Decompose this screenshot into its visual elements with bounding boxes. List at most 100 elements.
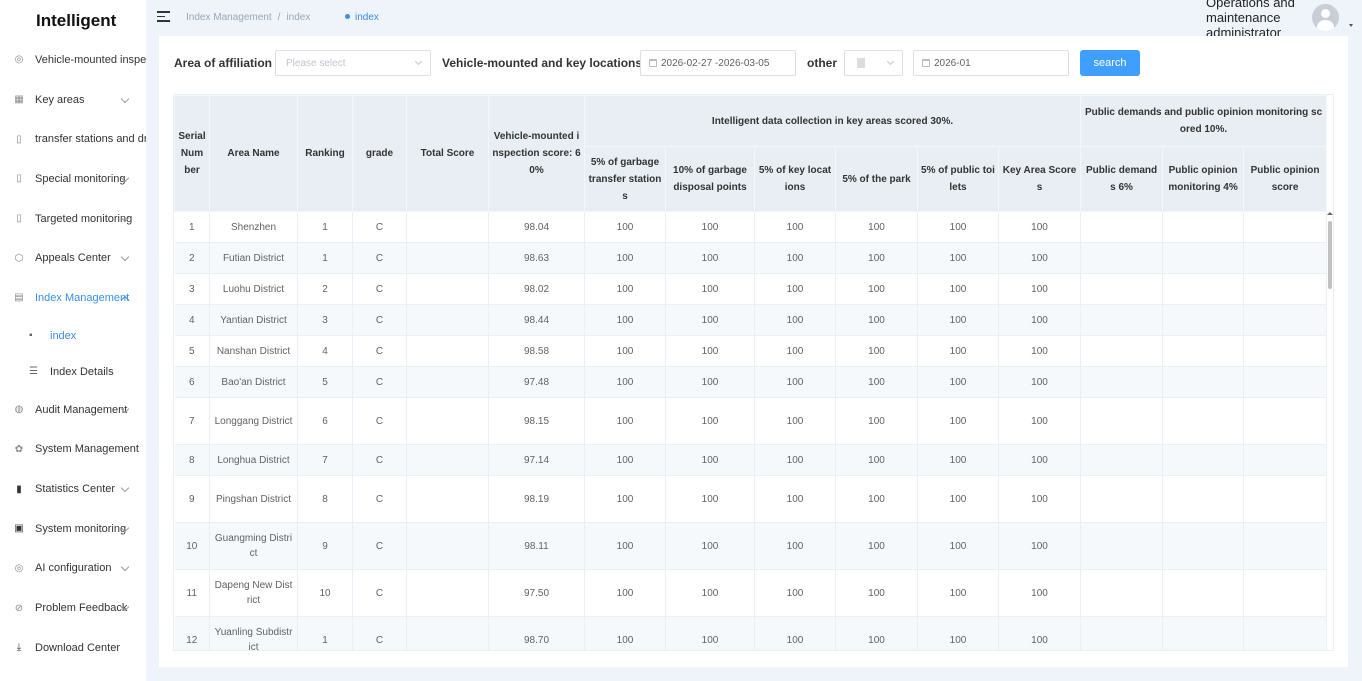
cell-vehicle: 98.11 (488, 522, 585, 570)
cell-ka: 100 (998, 522, 1082, 570)
cell-vehicle: 98.15 (488, 397, 585, 445)
cell-total (406, 616, 489, 650)
col-header-key-locations: 5% of key locations (754, 146, 836, 212)
table-row: 3 Luohu District 2 C 98.02 100 100 100 100 100 100 (174, 273, 1328, 305)
sidebar: Intelligent ◎ Vehicle-mounted inspecti ▦… (0, 0, 146, 681)
cell-area: Longhua District (209, 444, 298, 476)
cell-tl: 100 (917, 397, 999, 445)
cell-tl: 100 (917, 522, 999, 570)
cell-kl: 100 (754, 273, 836, 305)
cell-gt: 100 (584, 444, 666, 476)
area-select[interactable]: Please select (275, 50, 431, 76)
col-header-area: Area Name (209, 95, 298, 212)
scores-table: Serial Number Area Name Ranking grade To… (174, 95, 1328, 650)
monitor-icon: ▣ (14, 523, 24, 535)
table-row: 7 Longgang District 6 C 98.15 100 100 100 100 100… (174, 397, 1328, 445)
cell-serial: 12 (174, 616, 210, 650)
avatar[interactable] (1312, 4, 1339, 31)
cell-pd (1080, 397, 1164, 445)
table-scrollbar-thumb[interactable] (1328, 221, 1332, 289)
cell-serial: 8 (174, 444, 210, 476)
cell-ka: 100 (998, 444, 1082, 476)
col-header-opinion-monitoring: Public opinion monitoring 4% (1162, 146, 1245, 212)
cell-kl: 100 (754, 211, 836, 243)
breadcrumb: Index Management / index (186, 12, 311, 23)
table-row: 11 Dapeng New District 10 C 97.50 100 100 100 10… (174, 569, 1328, 617)
cell-ka: 100 (998, 304, 1082, 336)
sidebar-item-label: Audit Management (35, 403, 128, 416)
cell-ka: 100 (998, 397, 1082, 445)
cell-om (1162, 242, 1245, 274)
sidebar-item-key-areas[interactable]: ▦ Key areas (0, 80, 146, 120)
tab-index[interactable]: index (345, 12, 379, 23)
cell-os (1243, 273, 1328, 305)
list-icon: ☰ (29, 366, 38, 378)
col-header-park: 5% of the park (835, 146, 918, 212)
sidebar-item-system-management[interactable]: ✿ System Management (0, 430, 146, 470)
vehicle-date-range[interactable]: 2026-02-27 -2026-03-05 (640, 50, 796, 76)
cell-ranking: 10 (297, 569, 353, 617)
cell-gt: 100 (584, 304, 666, 336)
book-icon: ▯ (16, 213, 22, 225)
scroll-up-arrow-icon[interactable] (1327, 212, 1333, 215)
cell-area: Yantian District (209, 304, 298, 336)
cell-vehicle: 98.70 (488, 616, 585, 650)
user-name[interactable]: Operations and maintenance administrator (1206, 0, 1316, 36)
menu-toggle-icon[interactable] (157, 11, 170, 23)
col-header-opinion-score: Public opinion score (1243, 146, 1328, 212)
sidebar-item-problem-feedback[interactable]: ⊘ Problem Feedback (0, 588, 146, 628)
table-row: 12 Yuanling Subdistrict 1 C 98.70 100 100 100 10… (174, 616, 1328, 650)
other-month-picker[interactable]: 2026-01 (913, 50, 1069, 76)
cell-pk: 100 (835, 616, 918, 650)
cell-pd (1080, 522, 1164, 570)
cell-vehicle: 98.02 (488, 273, 585, 305)
cell-om (1162, 335, 1245, 367)
cell-area: Futian District (209, 242, 298, 274)
grid-icon: ▦ (14, 94, 24, 106)
cell-pk: 100 (835, 569, 918, 617)
sidebar-item-system-monitoring[interactable]: ▣ System monitoring (0, 509, 146, 549)
caret-down-icon[interactable] (1349, 24, 1353, 27)
cell-total (406, 475, 489, 523)
cell-total (406, 522, 489, 570)
cell-kl: 100 (754, 335, 836, 367)
book-icon: ▯ (16, 173, 22, 185)
cell-vehicle: 97.14 (488, 444, 585, 476)
cell-gd: 100 (665, 475, 755, 523)
audit-icon: ◍ (14, 404, 24, 416)
cell-ka: 100 (998, 242, 1082, 274)
cell-pd (1080, 475, 1164, 523)
sidebar-item-download-center[interactable]: ⤓ Download Center (0, 628, 146, 668)
cell-area: Pingshan District (209, 475, 298, 523)
index-table: Serial Number Area Name Ranking grade To… (173, 94, 1334, 651)
cell-area: Bao'an District (209, 366, 298, 398)
sidebar-item-transfer-stations[interactable]: ▯ transfer stations and drop (0, 119, 146, 159)
cell-om (1162, 211, 1245, 243)
sidebar-item-audit-management[interactable]: ◍ Audit Management (0, 390, 146, 430)
cell-gt: 100 (584, 335, 666, 367)
cell-pk: 100 (835, 475, 918, 523)
sidebar-item-ai-configuration[interactable]: ◎ AI configuration (0, 549, 146, 589)
cell-om (1162, 444, 1245, 476)
sidebar-item-special-monitoring[interactable]: ▯ Special monitoring (0, 159, 146, 199)
breadcrumb-item[interactable]: Index Management (186, 12, 272, 23)
search-button[interactable]: search (1080, 50, 1140, 76)
sidebar-item-index-management[interactable]: ▤ Index Management (0, 278, 146, 318)
sidebar-item-label: Problem Feedback (35, 602, 128, 615)
sidebar-item-targeted-monitoring[interactable]: ▯ Targeted monitoring (0, 199, 146, 239)
sidebar-item-statistics-center[interactable]: ▮ Statistics Center (0, 469, 146, 509)
cell-ranking: 3 (297, 304, 353, 336)
sidebar-item-vehicle-inspection[interactable]: ◎ Vehicle-mounted inspecti (0, 40, 146, 80)
cell-om (1162, 304, 1245, 336)
sidebar-item-appeals-center[interactable]: ⬡ Appeals Center (0, 238, 146, 278)
table-row: 9 Pingshan District 8 C 98.19 100 100 100 100 100… (174, 475, 1328, 523)
cell-gd: 100 (665, 616, 755, 650)
sidebar-item-label: Targeted monitoring (35, 212, 133, 225)
sidebar-subitem-index-details[interactable]: ☰ Index Details (0, 354, 146, 390)
cell-gt: 100 (584, 366, 666, 398)
cell-pd (1080, 444, 1164, 476)
cell-grade: C (352, 475, 407, 523)
other-type-select[interactable] (844, 50, 903, 76)
sidebar-subitem-index[interactable]: ▪ index (0, 318, 146, 354)
sidebar-item-label: Index Management (35, 291, 130, 304)
